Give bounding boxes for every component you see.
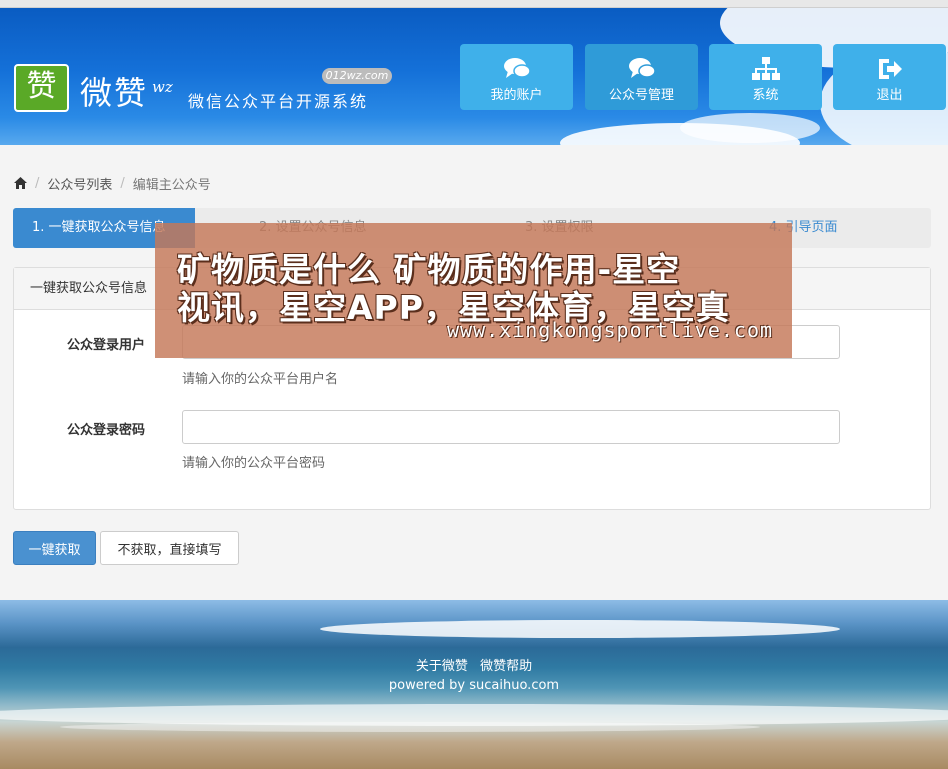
logo-name: 微赞 — [80, 74, 149, 112]
skip-fill-manually-button[interactable]: 不获取，直接填写 — [100, 531, 239, 565]
home-icon[interactable] — [14, 177, 27, 189]
overlay-url: www.xingkongsportlive.com — [447, 318, 774, 342]
password-input[interactable] — [182, 410, 840, 444]
overlay-advertisement[interactable]: 矿物质是什么 矿物质的作用-星空 视讯，星空APP，星空体育，星空真 www.x… — [155, 223, 792, 358]
breadcrumb-separator: / — [35, 175, 40, 191]
footer-link-help[interactable]: 微赞帮助 — [480, 659, 532, 674]
sign-out-icon — [878, 59, 902, 79]
chat-bubbles-icon — [503, 58, 531, 78]
password-help: 请输入你的公众平台密码 — [182, 456, 326, 471]
logo-site-badge: 012wz.com — [322, 68, 392, 84]
chat-bubbles-icon — [628, 58, 656, 78]
breadcrumb: / 公众号列表 / 编辑主公众号 — [14, 174, 211, 193]
logo-suffix: wz — [152, 78, 173, 96]
logo-subtitle: 微信公众平台开源系统 — [188, 92, 369, 111]
nav-label: 我的账户 — [490, 88, 543, 103]
cloud-decoration — [680, 113, 820, 143]
footer-links: 关于微赞 微赞帮助 — [0, 655, 948, 674]
wave-decoration — [60, 722, 760, 732]
username-help: 请输入你的公众平台用户名 — [182, 372, 339, 387]
nav-system-button[interactable]: 系统 — [709, 44, 822, 110]
nav-account-management-button[interactable]: 公众号管理 — [585, 44, 698, 110]
wave-decoration — [320, 620, 840, 638]
breadcrumb-separator: / — [120, 175, 125, 191]
footer-link-about[interactable]: 关于微赞 — [416, 659, 468, 674]
logo-mark[interactable]: 赞 — [14, 64, 69, 112]
username-label: 公众登录用户 — [67, 338, 146, 353]
breadcrumb-item-current: 编辑主公众号 — [132, 177, 211, 193]
footer-powered-by: powered by sucaihuo.com — [388, 678, 560, 693]
sitemap-icon — [751, 57, 780, 80]
password-label: 公众登录密码 — [67, 423, 146, 438]
nav-my-account-button[interactable]: 我的账户 — [460, 44, 573, 110]
nav-label: 系统 — [752, 88, 779, 103]
nav-label: 退出 — [876, 88, 903, 103]
fetch-button[interactable]: 一键获取 — [13, 531, 96, 565]
nav-label: 公众号管理 — [608, 88, 674, 103]
nav-logout-button[interactable]: 退出 — [833, 44, 946, 110]
browser-top-strip — [0, 0, 948, 8]
breadcrumb-item-account-list[interactable]: 公众号列表 — [47, 174, 112, 193]
site-header: 赞 微赞 wz 012wz.com 微信公众平台开源系统 我的账户 公众号管理 — [0, 8, 948, 145]
